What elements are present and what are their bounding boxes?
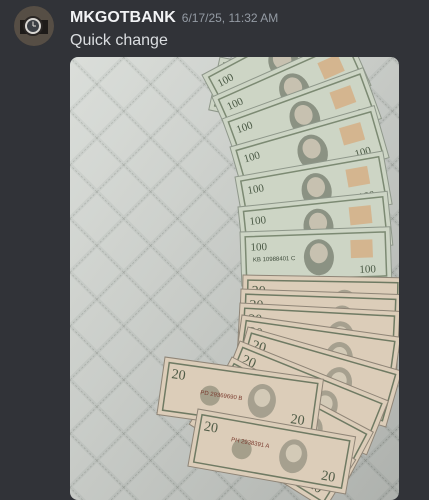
author-avatar[interactable] <box>14 6 54 46</box>
chat-message: MKGOTBANK 6/17/25, 11:32 AM Quick change … <box>0 0 429 500</box>
image-attachment[interactable]: 100 100 20 20 <box>70 57 399 500</box>
message-timestamp: 6/17/25, 11:32 AM <box>181 11 279 25</box>
watch-avatar-icon <box>14 6 54 46</box>
message-text: Quick change <box>70 32 168 49</box>
author-username[interactable]: MKGOTBANK <box>70 9 176 26</box>
cash-on-quilt-photo: 100 100 20 20 <box>70 57 399 500</box>
message-header: MKGOTBANK 6/17/25, 11:32 AM <box>70 9 278 27</box>
